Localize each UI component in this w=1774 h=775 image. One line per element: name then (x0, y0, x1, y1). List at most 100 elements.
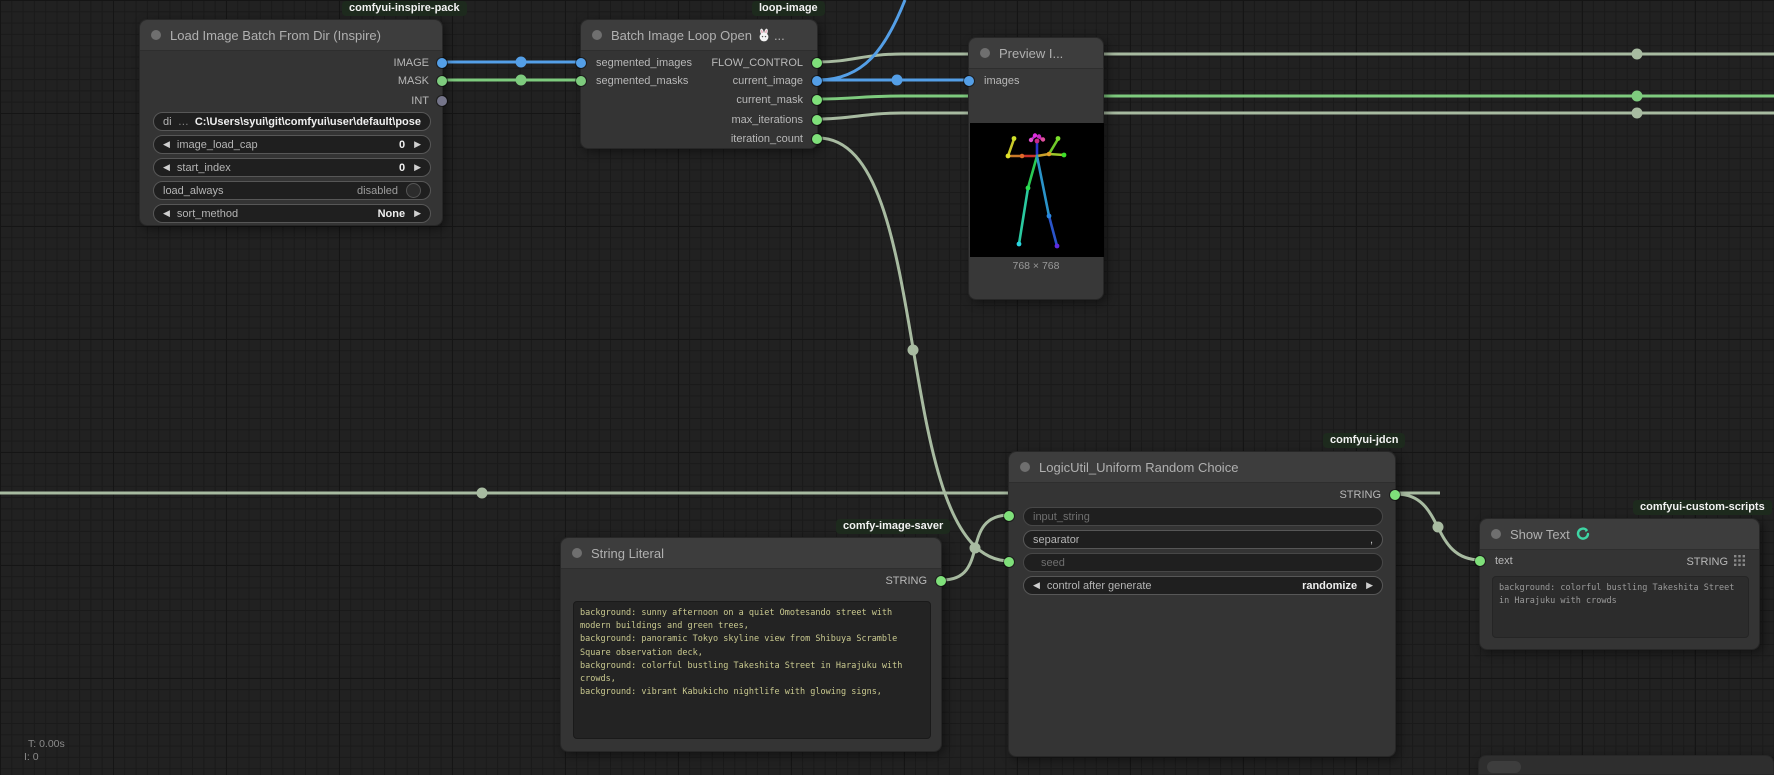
output-slot-image[interactable] (437, 58, 447, 68)
node-title-bar[interactable]: Batch Image Loop Open ... (581, 20, 817, 51)
output-label-current-mask: current_mask (736, 94, 803, 106)
collapse-dot-icon[interactable] (980, 48, 990, 58)
widget-input-string[interactable]: input_string (1023, 507, 1383, 526)
output-slot-iteration-count[interactable] (812, 134, 822, 144)
string-literal-textarea[interactable]: background: sunny afternoon on a quiet O… (573, 601, 931, 739)
output-slot-flow-control[interactable] (812, 58, 822, 68)
node-title: LogicUtil_Uniform Random Choice (1039, 460, 1238, 475)
input-label-images: images (984, 75, 1019, 87)
node-title-bar[interactable]: Show Text (1480, 519, 1759, 550)
collapse-dot-icon[interactable] (1020, 462, 1030, 472)
widget-label: start_index (177, 162, 231, 174)
node-logicutil-uniform-random-choice[interactable]: LogicUtil_Uniform Random Choice STRING i… (1008, 451, 1396, 757)
output-label-mask: MASK (398, 75, 429, 87)
input-slot-seed[interactable] (1004, 557, 1014, 567)
output-slot-current-mask[interactable] (812, 95, 822, 105)
collapse-dot-icon[interactable] (592, 30, 602, 40)
widget-start-index[interactable]: ◀ start_index 0 ▶ (153, 158, 431, 177)
show-text-textarea[interactable]: background: colorful bustling Takeshita … (1492, 576, 1749, 638)
collapsed-widget-pill (1487, 761, 1521, 773)
input-slot-images[interactable] (964, 76, 974, 86)
next-arrow-icon[interactable]: ▶ (414, 208, 421, 219)
node-pack-badge: loop-image (752, 1, 825, 16)
output-label-int: INT (411, 95, 429, 107)
widget-image-load-cap[interactable]: ◀ image_load_cap 0 ▶ (153, 135, 431, 154)
widget-label: input_string (1033, 511, 1090, 523)
node-pack-badge: comfy-image-saver (836, 519, 950, 534)
widget-sort-method[interactable]: ◀ sort_method None ▶ (153, 204, 431, 223)
input-slot-input-string[interactable] (1004, 511, 1014, 521)
output-label-flow-control: FLOW_CONTROL (711, 57, 803, 69)
input-slot-segmented-masks[interactable] (576, 76, 586, 86)
widget-value: 0 (399, 162, 405, 174)
widget-label: control after generate (1047, 580, 1152, 592)
input-slot-text[interactable] (1475, 556, 1485, 566)
node-preview-image[interactable]: Preview I... images (968, 37, 1104, 300)
output-label-string: STRING (885, 575, 927, 587)
next-arrow-icon[interactable]: ▶ (1366, 580, 1373, 591)
input-label-text: text (1495, 555, 1513, 567)
widget-control-after-generate[interactable]: ◀ control after generate randomize ▶ (1023, 576, 1383, 595)
node-pack-badge: comfyui-inspire-pack (342, 1, 467, 16)
node-title-bar[interactable]: LogicUtil_Uniform Random Choice (1009, 452, 1395, 483)
output-slot-current-image[interactable] (812, 76, 822, 86)
widget-seed[interactable]: seed (1023, 553, 1383, 572)
output-slot-mask[interactable] (437, 76, 447, 86)
image-resolution-caption: 768 × 768 (969, 260, 1103, 272)
toggle-icon[interactable] (406, 183, 421, 198)
status-iteration-count: I: 0 (24, 751, 39, 763)
node-load-image-batch[interactable]: Load Image Batch From Dir (Inspire) IMAG… (139, 19, 443, 226)
node-batch-image-loop-open[interactable]: Batch Image Loop Open ... segmented_imag… (580, 19, 818, 149)
collapse-dot-icon[interactable] (572, 548, 582, 558)
node-title: Batch Image Loop Open (611, 28, 752, 43)
widget-label: image_load_cap (177, 139, 258, 151)
widget-separator[interactable]: separator , (1023, 530, 1383, 549)
widget-directory[interactable]: dire … C:\Users\syui\git\comfyui\user\de… (153, 112, 431, 131)
output-label-max-iterations: max_iterations (731, 114, 803, 126)
output-slot-int[interactable] (437, 96, 447, 106)
ellipsis-icon: … (178, 116, 189, 128)
collapse-dot-icon[interactable] (1491, 529, 1501, 539)
input-slot-segmented-images[interactable] (576, 58, 586, 68)
increment-arrow-icon[interactable]: ▶ (414, 162, 421, 173)
widget-value: 0 (399, 139, 405, 151)
widget-label: dire (163, 116, 172, 128)
output-type-label: STRING (1686, 556, 1728, 568)
node-string-literal[interactable]: String Literal STRING background: sunny … (560, 537, 942, 752)
widget-label: separator (1033, 534, 1079, 546)
output-label-image: IMAGE (394, 57, 429, 69)
output-label-iteration-count: iteration_count (731, 133, 803, 145)
widget-value: randomize (1302, 580, 1357, 592)
rabbit-icon (757, 28, 771, 42)
prev-arrow-icon[interactable]: ◀ (163, 208, 170, 219)
pose-skeleton-image (970, 123, 1104, 257)
widget-label: sort_method (177, 208, 238, 220)
node-title: Show Text (1510, 527, 1570, 542)
increment-arrow-icon[interactable]: ▶ (414, 139, 421, 150)
node-title: Load Image Batch From Dir (Inspire) (170, 28, 381, 43)
node-partial-offscreen[interactable] (1478, 755, 1774, 775)
pysssss-snake-icon (1576, 527, 1590, 541)
output-label-string: STRING (1686, 555, 1745, 568)
output-label-string: STRING (1339, 489, 1381, 501)
node-show-text[interactable]: Show Text text STRING background: colorf… (1479, 518, 1760, 650)
decrement-arrow-icon[interactable]: ◀ (163, 139, 170, 150)
collapse-dot-icon[interactable] (151, 30, 161, 40)
node-pack-badge: comfyui-custom-scripts (1633, 500, 1772, 515)
prev-arrow-icon[interactable]: ◀ (1033, 580, 1040, 591)
node-title-bar[interactable]: Preview I... (969, 38, 1103, 69)
decrement-arrow-icon[interactable]: ◀ (163, 162, 170, 173)
widget-label: seed (1041, 557, 1065, 569)
list-output-grid-icon (1734, 555, 1745, 566)
node-title-bar[interactable]: String Literal (561, 538, 941, 569)
node-title: String Literal (591, 546, 664, 561)
widget-value: None (378, 208, 406, 220)
node-title: Preview I... (999, 46, 1063, 61)
node-title-bar[interactable]: Load Image Batch From Dir (Inspire) (140, 20, 442, 51)
output-slot-max-iterations[interactable] (812, 115, 822, 125)
widget-load-always[interactable]: load_always disabled (153, 181, 431, 200)
input-label-segmented-images: segmented_images (596, 57, 692, 69)
widget-value: , (1370, 534, 1373, 546)
output-slot-string[interactable] (1390, 490, 1400, 500)
output-slot-string[interactable] (936, 576, 946, 586)
